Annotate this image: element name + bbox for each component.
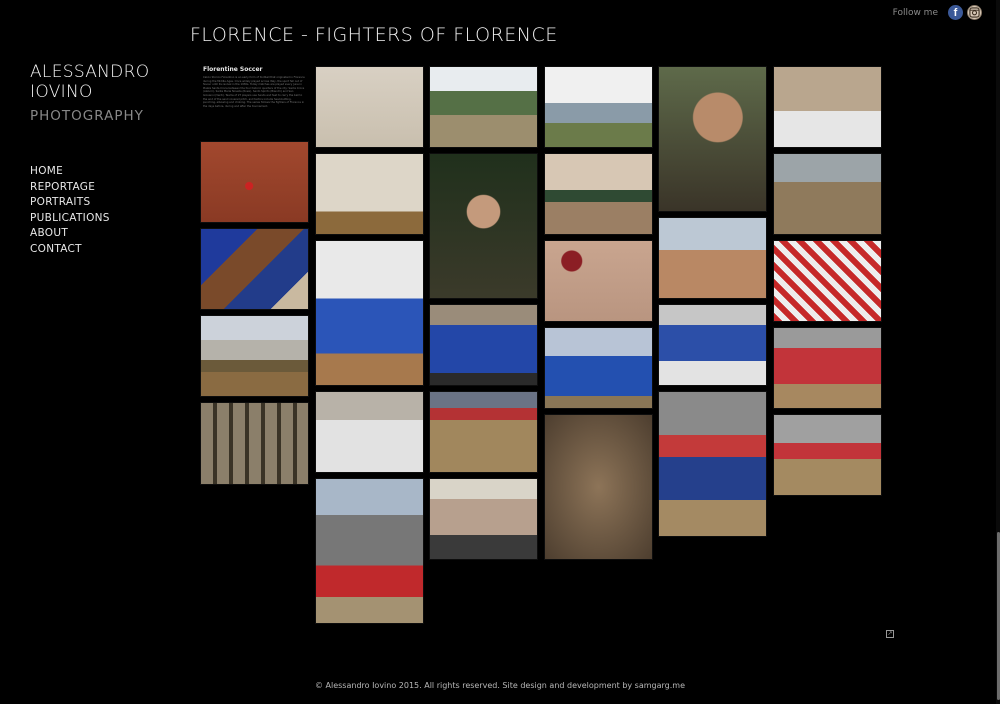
nav-publications[interactable]: PUBLICATIONS: [30, 211, 110, 227]
photo-thumbnail[interactable]: [773, 240, 882, 322]
expand-icon[interactable]: ↗: [886, 630, 894, 638]
photo-thumbnail[interactable]: [429, 66, 538, 148]
photo-thumbnail[interactable]: [544, 66, 653, 148]
follow-me-label: Follow me: [892, 7, 938, 18]
nav-home[interactable]: HOME: [30, 164, 110, 180]
photo-thumbnail[interactable]: [429, 478, 538, 560]
nav-about[interactable]: ABOUT: [30, 226, 110, 242]
photo-thumbnail[interactable]: [658, 66, 767, 212]
main-nav: HOME REPORTAGE PORTRAITS PUBLICATIONS AB…: [30, 164, 110, 257]
nav-contact[interactable]: CONTACT: [30, 242, 110, 258]
logo-line-3: PHOTOGRAPHY: [30, 108, 144, 124]
intro-text-tile: Florentine Soccer Calcio Storico Fiorent…: [200, 66, 308, 138]
photo-thumbnail[interactable]: [315, 391, 424, 473]
intro-heading: Florentine Soccer: [203, 66, 263, 73]
photo-thumbnail[interactable]: [658, 304, 767, 386]
photo-thumbnail[interactable]: [773, 66, 882, 148]
nav-reportage[interactable]: REPORTAGE: [30, 180, 110, 196]
photo-thumbnail[interactable]: [544, 327, 653, 409]
photo-thumbnail[interactable]: [200, 315, 309, 397]
photo-thumbnail[interactable]: [773, 153, 882, 235]
photo-thumbnail[interactable]: [200, 228, 309, 310]
photo-thumbnail[interactable]: [429, 304, 538, 386]
photo-thumbnail[interactable]: [658, 391, 767, 537]
photo-thumbnail[interactable]: [200, 141, 309, 223]
photo-thumbnail[interactable]: [315, 478, 424, 624]
facebook-icon[interactable]: f: [948, 5, 963, 20]
scrollbar[interactable]: [996, 0, 1000, 704]
intro-body: Calcio Storico Fiorentino is an early fo…: [203, 76, 305, 108]
footer-copyright: © Alessandro Iovino 2015. All rights res…: [314, 681, 686, 690]
photo-thumbnail[interactable]: [544, 414, 653, 560]
instagram-icon[interactable]: [967, 5, 982, 20]
photo-thumbnail[interactable]: [773, 327, 882, 409]
photo-thumbnail[interactable]: [429, 391, 538, 473]
logo-line-2: IOVINO: [30, 82, 93, 102]
photo-thumbnail[interactable]: [658, 217, 767, 299]
photo-thumbnail[interactable]: [315, 153, 424, 235]
photo-thumbnail[interactable]: [773, 414, 882, 496]
photo-thumbnail[interactable]: [544, 240, 653, 322]
page-title: FLORENCE - FIGHTERS OF FLORENCE: [190, 24, 558, 46]
photo-thumbnail[interactable]: [429, 153, 538, 299]
photo-thumbnail[interactable]: [544, 153, 653, 235]
site-logo[interactable]: ALESSANDRO IOVINO PHOTOGRAPHY: [30, 62, 149, 124]
logo-line-1: ALESSANDRO: [30, 62, 150, 82]
photo-thumbnail[interactable]: [200, 402, 309, 485]
photo-thumbnail[interactable]: [315, 66, 424, 148]
follow-me: Follow me f: [893, 5, 982, 20]
photo-thumbnail[interactable]: [315, 240, 424, 386]
nav-portraits[interactable]: PORTRAITS: [30, 195, 110, 211]
